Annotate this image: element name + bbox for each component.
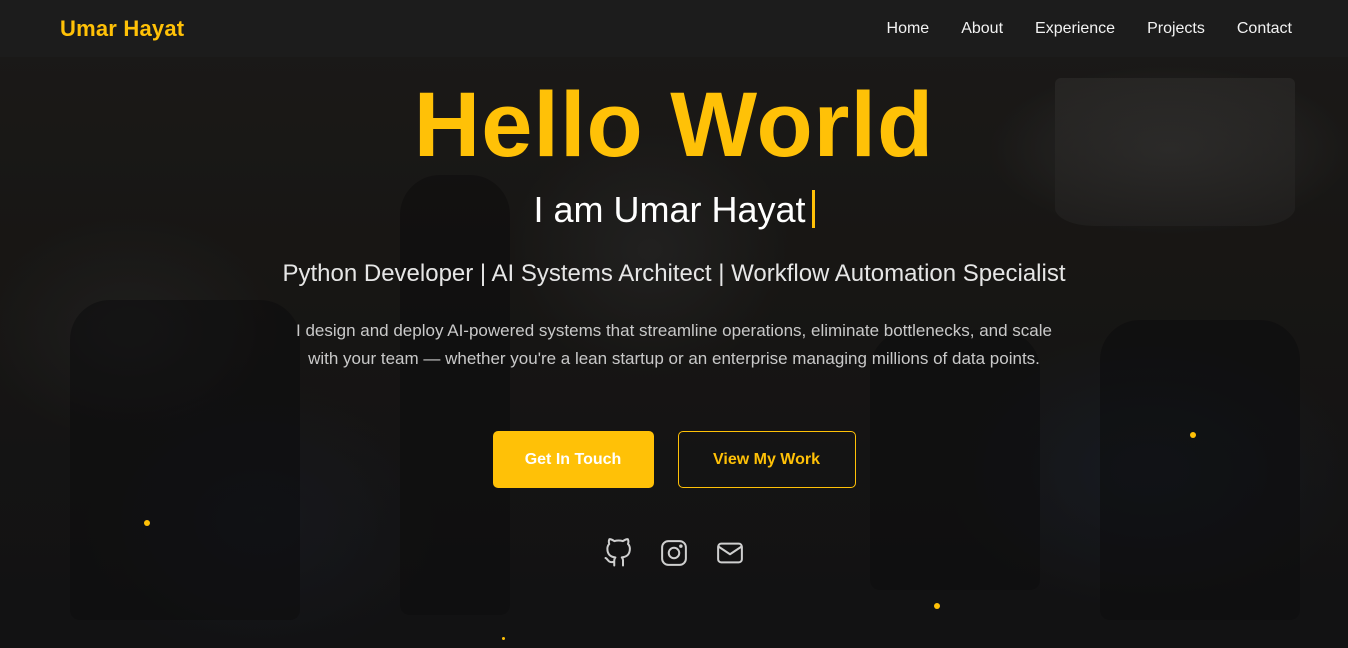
- instagram-link[interactable]: [659, 537, 689, 569]
- nav-links: Home About Experience Projects Contact: [887, 20, 1292, 38]
- typed-text: I am Umar Hayat: [533, 189, 806, 230]
- social-links: [0, 537, 1348, 569]
- brand-logo[interactable]: Umar Hayat: [60, 16, 184, 42]
- get-in-touch-button[interactable]: Get In Touch: [492, 431, 654, 488]
- typing-cursor: [811, 190, 815, 228]
- nav-link-home[interactable]: Home: [887, 20, 930, 38]
- mail-link[interactable]: [715, 537, 745, 569]
- hero-buttons: Get In Touch View My Work: [0, 431, 1348, 488]
- hero-subtitle: I am Umar Hayat: [0, 190, 1348, 230]
- github-icon: [604, 538, 631, 567]
- mail-icon: [717, 542, 743, 564]
- hero-roles: Python Developer | AI Systems Architect …: [282, 260, 1066, 287]
- nav-link-about[interactable]: About: [961, 20, 1003, 38]
- github-link[interactable]: [603, 537, 633, 569]
- hero-description: I design and deploy AI-powered systems t…: [296, 321, 1052, 368]
- view-my-work-button[interactable]: View My Work: [677, 431, 856, 488]
- hero-section: Hello World I am Umar Hayat Python Devel…: [0, 57, 1348, 648]
- instagram-icon: [661, 540, 687, 566]
- hero-title: Hello World: [413, 74, 935, 176]
- nav-link-experience[interactable]: Experience: [1035, 20, 1115, 38]
- nav-link-contact[interactable]: Contact: [1237, 20, 1292, 38]
- navbar: Umar Hayat Home About Experience Project…: [0, 0, 1348, 57]
- nav-link-projects[interactable]: Projects: [1147, 20, 1205, 38]
